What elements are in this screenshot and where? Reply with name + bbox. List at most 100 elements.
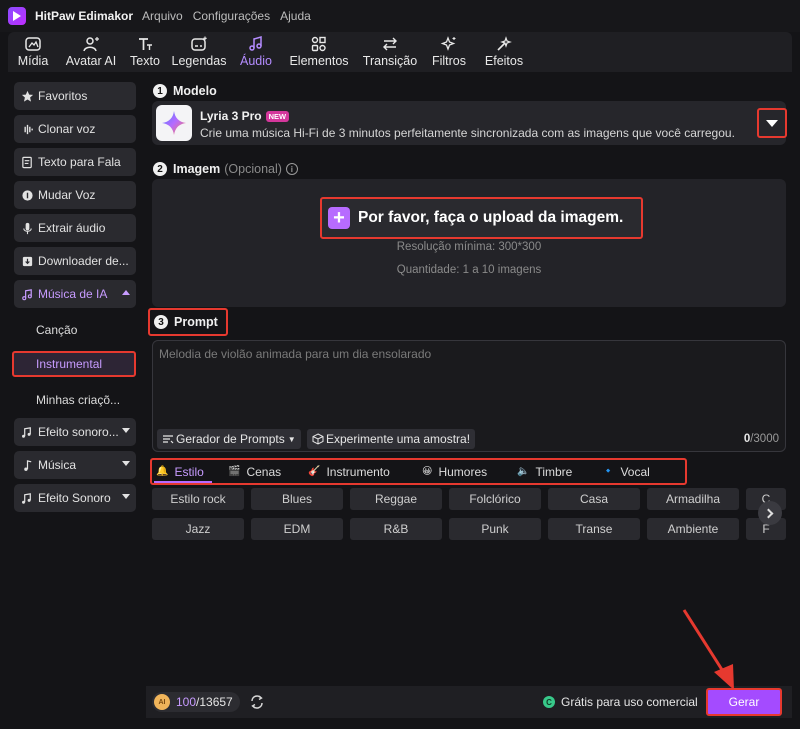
min-resolution-hint: Resolução mínima: 300*300 [396,241,542,253]
genre-chip[interactable]: Jazz [152,518,244,540]
sidebar-item-texto-para-fala[interactable]: Texto para Fala [14,148,136,176]
genre-chip[interactable]: Punk [449,518,541,540]
tab-estilo[interactable]: 🔔 Estilo [156,460,204,483]
sidebar-item-efeito-sonoro-ia[interactable]: Efeito sonoro... [14,418,136,446]
sidebar-item-label: Favoritos [38,89,88,103]
sidebar-item-downloader[interactable]: Downloader de... [14,247,136,275]
music-note-icon [20,458,34,472]
toolbar-audio[interactable]: Áudio [232,32,280,72]
download-icon [20,254,34,268]
tab-vocal[interactable]: 🔹 Vocal [602,460,650,483]
prompt-textarea[interactable]: Melodia de violão animada para um dia en… [152,340,786,452]
menu-ajuda[interactable]: Ajuda [280,9,311,23]
sidebar-item-mudar-voz[interactable]: Mudar Voz [14,181,136,209]
media-icon [25,37,41,51]
sidebar-item-label: Música [38,458,77,472]
menu-configuracoes[interactable]: Configurações [193,9,270,23]
tab-cenas[interactable]: 🎬 Cenas [228,460,281,483]
sidebar-item-extrair-audio[interactable]: Extrair áudio [14,214,136,242]
toolbar-effects[interactable]: Efeitos [476,32,532,72]
main-panel: 1 Modelo Lyria 3 Pro NEW Crie uma música… [146,76,792,686]
sidebar-item-musica-de-ia[interactable]: Música de IA [14,280,136,308]
genre-chip[interactable]: Reggae [350,488,442,510]
chevron-right-icon [763,508,774,518]
sidebar-item-label: Mudar Voz [38,188,96,202]
sound-effect-icon [20,425,34,439]
model-dropdown-button[interactable] [757,108,787,138]
tab-timbre[interactable]: 🔈 Timbre [517,460,572,483]
image-upload-area[interactable]: + Por favor, faça o upload da imagem. Re… [152,179,786,307]
genre-chip[interactable]: Estilo rock [152,488,244,510]
sidebar-item-musica[interactable]: Música [14,451,136,479]
sidebar-item-label: Música de IA [38,287,108,301]
character-counter: 0/3000 [744,433,779,445]
filters-icon [440,36,456,51]
timbre-icon: 🔈 [517,466,530,477]
elements-icon [311,36,326,52]
copyright-icon: C [543,696,555,708]
chevron-up-icon [122,290,130,295]
sidebar-item-clonar-voz[interactable]: Clonar voz [14,115,136,143]
toolbar-avatar-ai[interactable]: Avatar AI [58,32,124,72]
sound-effect-icon [20,491,34,505]
dice-icon [312,433,324,445]
sidebar-item-favoritos[interactable]: Favoritos [14,82,136,110]
toolbar-text[interactable]: Texto [124,32,166,72]
sidebar-item-label: Efeito Sonoro [38,491,111,505]
sidebar: Favoritos Clonar voz Texto para Fala Mud… [8,76,144,526]
sidebar-subitem-instrumental[interactable]: Instrumental [12,351,136,377]
genre-chip[interactable]: Folclórico [449,488,541,510]
subtitles-icon [191,36,207,51]
toolbar-filters[interactable]: Filtros [422,32,476,72]
app-name: HitPaw Edimakor [35,9,134,23]
generate-button[interactable]: Gerar [706,688,782,716]
step-number: 1 [153,84,167,98]
genre-chip[interactable]: R&B [350,518,442,540]
new-badge: NEW [265,110,290,122]
tab-label: Instrumento [326,464,390,479]
try-sample-button[interactable]: Experimente uma amostra! [307,429,476,449]
info-icon[interactable]: i [285,163,298,175]
model-name-text: Lyria 3 Pro [200,109,262,123]
bottom-strip [0,718,800,729]
step-number: 2 [153,162,167,176]
genre-chip[interactable]: Ambiente [647,518,739,540]
chevron-down-icon [122,494,130,499]
prompt-placeholder: Melodia de violão animada para um dia en… [159,347,432,361]
model-card[interactable]: Lyria 3 Pro NEW Crie uma música Hi-Fi de… [152,101,786,145]
genre-chip[interactable]: Armadilha [647,488,739,510]
model-section-title: 1 Modelo [153,84,217,98]
toolbar-media[interactable]: Mídia [8,32,58,72]
tab-label: Vocal [620,464,650,479]
commercial-use-label: C Grátis para uso comercial [543,695,698,709]
text-icon [139,38,152,50]
sidebar-item-efeito-sonoro[interactable]: Efeito Sonoro [14,484,136,512]
toolbar-subtitles[interactable]: Legendas [166,32,232,72]
sidebar-subitem-cancao[interactable]: Canção [14,317,136,343]
toolbar-elements[interactable]: Elementos [280,32,358,72]
scroll-right-button[interactable] [758,501,782,525]
model-name: Lyria 3 Pro NEW [200,109,290,123]
tab-humores[interactable]: 😀 Humores [422,460,487,483]
scenes-icon: 🎬 [228,466,241,477]
refresh-icon[interactable] [248,693,266,711]
genre-chip[interactable]: Transe [548,518,640,540]
active-tab-indicator [154,481,212,483]
category-tabs: 🔔 Estilo 🎬 Cenas 🎸 Instrumento 😀 Humores 🔈 Ti… [150,458,687,485]
tab-instrumento[interactable]: 🎸 Instrumento [308,460,390,483]
genre-chip[interactable]: Casa [548,488,640,510]
genre-chip[interactable]: EDM [251,518,343,540]
prompt-generator-button[interactable]: Gerador de Prompts ▼ [157,429,301,449]
quantity-hint: Quantidade: 1 a 10 imagens [396,264,542,276]
genre-chip[interactable]: Blues [251,488,343,510]
annotation-arrow-icon [682,609,734,690]
toolbar-label: Efeitos [484,54,524,68]
prompt-generator-label: Gerador de Prompts [176,432,285,446]
menu-arquivo[interactable]: Arquivo [142,9,183,23]
model-description: Crie uma música Hi-Fi de 3 minutos perfe… [200,126,735,140]
sidebar-subitem-minhas-criacoes[interactable]: Minhas criaçõ... [14,387,136,413]
audio-icon [249,36,262,51]
toolbar-transition[interactable]: Transição [358,32,422,72]
chevron-down-icon [766,119,778,127]
upload-image-button[interactable]: + Por favor, faça o upload da imagem. [320,197,643,239]
